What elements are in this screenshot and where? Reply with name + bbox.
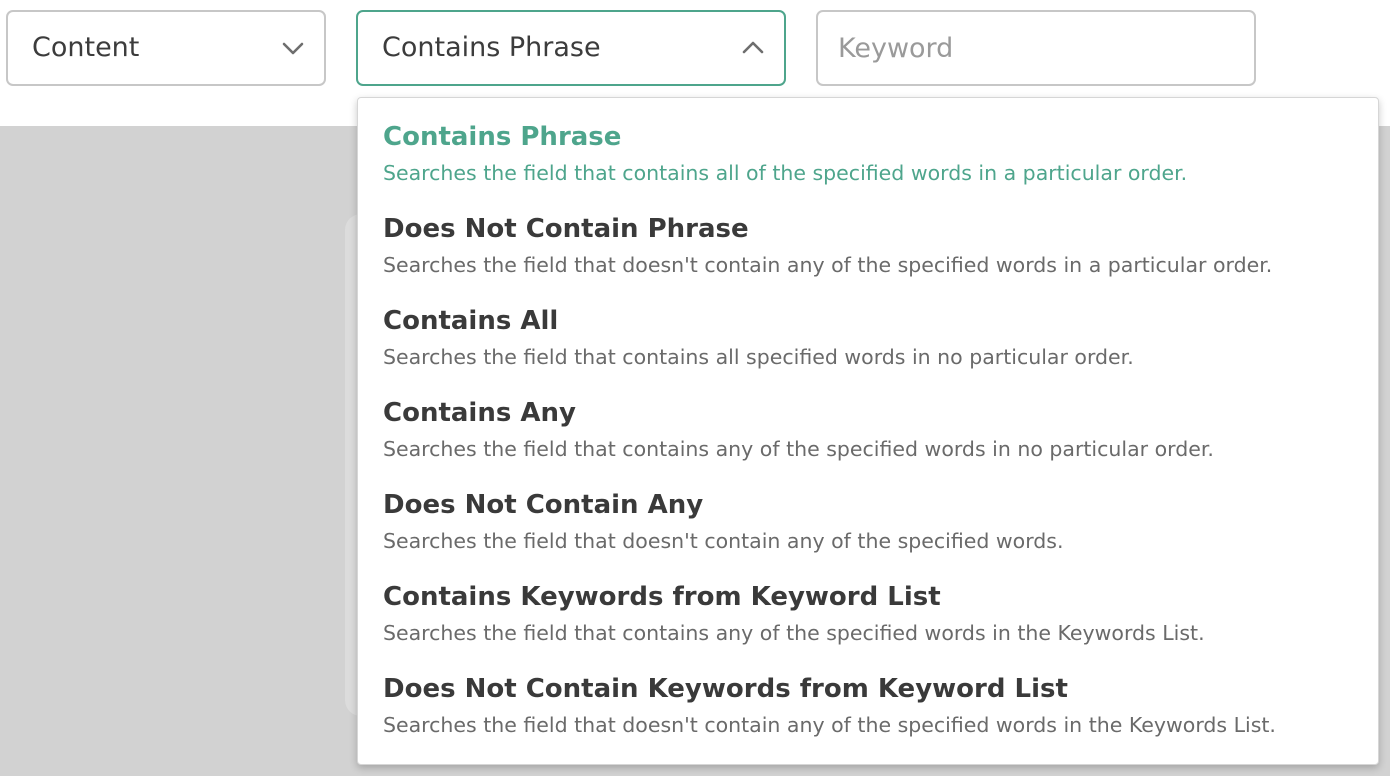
- option-contains-keywords-from-list[interactable]: Contains Keywords from Keyword List Sear…: [358, 558, 1378, 650]
- match-type-select-value: Contains Phrase: [382, 32, 601, 63]
- option-description: Searches the field that contains any of …: [383, 437, 1214, 461]
- option-title: Contains All: [383, 306, 559, 336]
- option-does-not-contain-any[interactable]: Does Not Contain Any Searches the field …: [358, 466, 1378, 558]
- option-description: Searches the field that doesn't contain …: [383, 529, 1064, 553]
- option-title: Does Not Contain Keywords from Keyword L…: [383, 674, 1068, 704]
- option-description: Searches the field that contains all of …: [383, 161, 1188, 185]
- option-description: Searches the field that contains any of …: [383, 621, 1205, 645]
- field-select[interactable]: Content: [6, 10, 326, 86]
- chevron-up-icon: [742, 41, 764, 54]
- match-type-dropdown: Contains Phrase Searches the field that …: [357, 97, 1379, 765]
- option-description: Searches the field that contains all spe…: [383, 345, 1134, 369]
- option-title: Contains Any: [383, 398, 576, 428]
- option-does-not-contain-phrase[interactable]: Does Not Contain Phrase Searches the fie…: [358, 190, 1378, 282]
- option-title: Contains Phrase: [383, 122, 622, 152]
- field-select-value: Content: [32, 32, 140, 63]
- option-does-not-contain-keywords-from-list[interactable]: Does Not Contain Keywords from Keyword L…: [358, 650, 1378, 742]
- option-contains-all[interactable]: Contains All Searches the field that con…: [358, 282, 1378, 374]
- option-contains-any[interactable]: Contains Any Searches the field that con…: [358, 374, 1378, 466]
- option-description: Searches the field that doesn't contain …: [383, 253, 1273, 277]
- option-title: Does Not Contain Phrase: [383, 214, 749, 244]
- option-contains-phrase[interactable]: Contains Phrase Searches the field that …: [358, 98, 1378, 190]
- keyword-input[interactable]: [816, 10, 1256, 86]
- option-title: Does Not Contain Any: [383, 490, 704, 520]
- match-type-select[interactable]: Contains Phrase: [356, 10, 786, 86]
- chevron-down-icon: [282, 42, 304, 55]
- option-description: Searches the field that doesn't contain …: [383, 713, 1276, 737]
- option-title: Contains Keywords from Keyword List: [383, 582, 941, 612]
